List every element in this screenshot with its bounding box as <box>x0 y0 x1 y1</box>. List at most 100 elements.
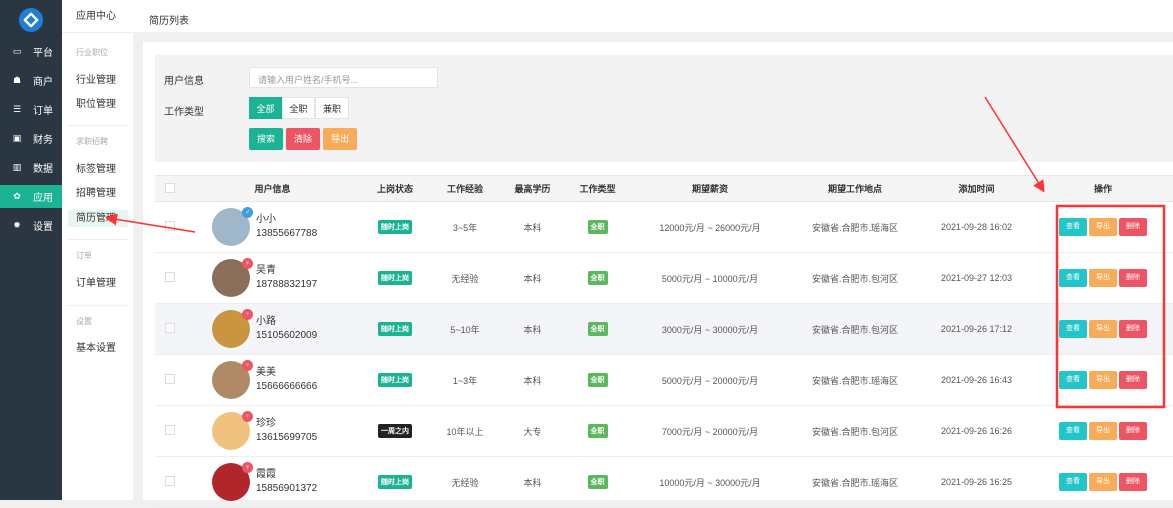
table-row[interactable]: ♀ 美美 15666666666 随时上岗 1~3年 本科 全职 5000元/月 … <box>155 354 1173 406</box>
view-button[interactable]: 查看 <box>1059 320 1087 338</box>
type-badge: 全职 <box>587 322 608 336</box>
sidebar-item-label: 平台 <box>33 48 53 59</box>
table-row[interactable]: ♀ 吴青 18788832197 随时上岗 无经验 本科 全职 5000元/月 ~… <box>155 252 1173 304</box>
status-badge: 随时上岗 <box>378 373 412 387</box>
avatar: ♀ <box>212 258 253 297</box>
filter-area: 用户信息 请输入用户姓名/手机号... 工作类型 全部 全职 兼职 搜索 清除 … <box>155 55 1173 162</box>
user-search-input[interactable]: 请输入用户姓名/手机号... <box>249 67 438 88</box>
sidebar-item-4[interactable]: ▥ 数据 <box>0 156 62 179</box>
status-badge: 一周之内 <box>378 424 412 438</box>
subnav-item[interactable]: 行业管理 <box>68 72 128 89</box>
delete-button[interactable]: 删除 <box>1119 473 1147 491</box>
delete-button[interactable]: 删除 <box>1119 320 1147 338</box>
row-checkbox[interactable] <box>165 221 175 231</box>
search-button[interactable]: 搜索 <box>249 128 283 150</box>
monitor-icon: ▭ <box>12 46 22 56</box>
user-phone: 13855667788 <box>256 228 318 239</box>
view-button[interactable]: 查看 <box>1059 422 1087 440</box>
sidebar-item-3[interactable]: ▣ 财务 <box>0 127 62 150</box>
education: 本科 <box>500 303 565 355</box>
salary: 7000元/月 ~ 20000元/月 <box>630 405 790 457</box>
export-row-button[interactable]: 导出 <box>1089 473 1117 491</box>
delete-button[interactable]: 删除 <box>1119 218 1147 236</box>
user-info-label: 用户信息 <box>164 76 204 87</box>
col-status: 上岗状态 <box>360 175 430 202</box>
delete-button[interactable]: 删除 <box>1119 269 1147 287</box>
export-button[interactable]: 导出 <box>323 128 357 150</box>
type-all-button[interactable]: 全部 <box>249 97 282 119</box>
avatar: ♀ <box>212 411 253 450</box>
logo-icon[interactable] <box>19 8 43 32</box>
row-checkbox[interactable] <box>165 323 175 333</box>
col-salary: 期望薪资 <box>630 175 790 202</box>
export-row-button[interactable]: 导出 <box>1089 269 1117 287</box>
row-checkbox[interactable] <box>165 374 175 384</box>
breadcrumb[interactable]: 简历列表 <box>149 12 189 27</box>
subnav-item[interactable]: 招聘管理 <box>68 185 128 202</box>
col-edu: 最高学历 <box>500 175 565 202</box>
education: 大专 <box>500 405 565 457</box>
subnav-item[interactable]: 基本设置 <box>68 340 128 357</box>
avatar: ♀ <box>212 360 253 399</box>
subnav-item[interactable]: 订单管理 <box>68 275 128 292</box>
view-button[interactable]: 查看 <box>1059 218 1087 236</box>
sidebar-item-label: 设置 <box>33 222 53 233</box>
select-all-checkbox[interactable] <box>165 182 175 193</box>
status-badge: 随时上岗 <box>378 220 412 234</box>
gender-icon: ♀ <box>242 309 253 320</box>
delete-button[interactable]: 删除 <box>1119 371 1147 389</box>
view-button[interactable]: 查看 <box>1059 371 1087 389</box>
avatar: ♀ <box>212 462 253 501</box>
table-row[interactable]: ♀ 小路 15105602009 随时上岗 5~10年 本科 全职 3000元/月… <box>155 303 1173 355</box>
subnav-item[interactable]: 标签管理 <box>68 161 128 178</box>
type-badge: 全职 <box>587 475 608 489</box>
export-row-button[interactable]: 导出 <box>1089 320 1117 338</box>
status-badge: 随时上岗 <box>378 322 412 336</box>
subnav-group-title: 设置 <box>76 317 92 326</box>
experience: 3~5年 <box>430 201 500 253</box>
sidebar-item-1[interactable]: ☗ 商户 <box>0 69 62 92</box>
user-phone: 13615699705 <box>256 432 318 443</box>
view-button[interactable]: 查看 <box>1059 269 1087 287</box>
sidebar-item-6[interactable]: ✹ 设置 <box>0 214 62 237</box>
subnav-item[interactable]: 简历管理 <box>68 210 128 227</box>
clear-button[interactable]: 清除 <box>286 128 320 150</box>
gender-icon: ♀ <box>242 360 253 371</box>
money-icon: ▣ <box>12 133 22 143</box>
sidebar-item-label: 财务 <box>33 135 53 146</box>
experience: 10年以上 <box>430 405 500 457</box>
added-time: 2021-09-26 16:43 <box>920 354 1033 406</box>
row-checkbox[interactable] <box>165 425 175 435</box>
type-badge: 全职 <box>587 271 608 285</box>
type-parttime-button[interactable]: 兼职 <box>315 97 349 119</box>
subnav-group-title: 行业职位 <box>76 48 108 57</box>
gear-icon: ✹ <box>13 220 21 230</box>
row-checkbox[interactable] <box>165 272 175 282</box>
location: 安徽省.合肥市.包河区 <box>790 303 920 355</box>
user-phone: 15666666666 <box>256 381 318 392</box>
delete-button[interactable]: 删除 <box>1119 422 1147 440</box>
added-time: 2021-09-28 16:02 <box>920 201 1033 253</box>
location: 安徽省.合肥市.瑶海区 <box>790 354 920 406</box>
divider <box>68 239 128 240</box>
sidebar-item-label: 订单 <box>33 106 53 117</box>
view-button[interactable]: 查看 <box>1059 473 1087 491</box>
export-row-button[interactable]: 导出 <box>1089 371 1117 389</box>
row-checkbox[interactable] <box>165 476 175 486</box>
subnav-item[interactable]: 职位管理 <box>68 96 128 113</box>
sidebar-item-0[interactable]: ▭ 平台 <box>0 40 62 63</box>
sidebar-item-2[interactable]: ☰ 订单 <box>0 98 62 121</box>
top-bar: 简历列表 <box>133 0 1173 33</box>
work-type-label: 工作类型 <box>164 107 204 118</box>
export-row-button[interactable]: 导出 <box>1089 422 1117 440</box>
subnav-group-title: 求职招聘 <box>76 137 108 146</box>
export-row-button[interactable]: 导出 <box>1089 218 1117 236</box>
table-row[interactable]: ♂ 小小 13855667788 随时上岗 3~5年 本科 全职 12000元/月… <box>155 201 1173 253</box>
sidebar-item-5[interactable]: ✿ 应用 <box>0 185 62 208</box>
table-row[interactable]: ♀ 珍珍 13615699705 一周之内 10年以上 大专 全职 7000元/月… <box>155 405 1173 457</box>
status-badge: 随时上岗 <box>378 271 412 285</box>
type-fulltime-button[interactable]: 全职 <box>282 97 315 119</box>
subnav-title: 应用中心 <box>62 0 133 33</box>
users-icon: ☗ <box>12 75 22 85</box>
location: 安徽省.合肥市.包河区 <box>790 405 920 457</box>
